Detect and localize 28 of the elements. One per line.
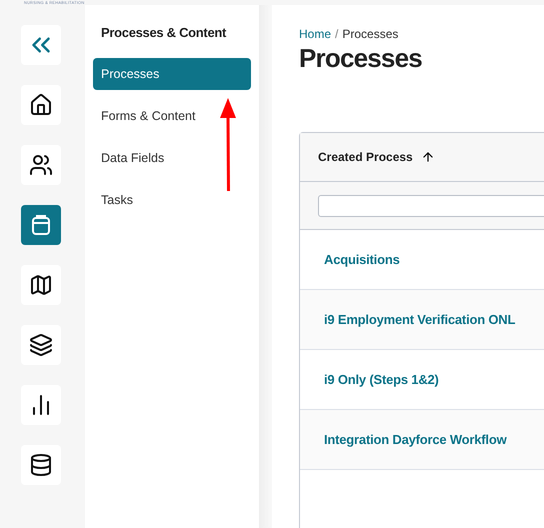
sidebar-item[interactable]: Forms & Content bbox=[93, 100, 251, 132]
page-title: Processes bbox=[299, 43, 423, 74]
process-link[interactable]: Acquisitions bbox=[324, 252, 400, 267]
breadcrumb-link[interactable]: Home bbox=[299, 27, 332, 41]
rail-button[interactable] bbox=[21, 445, 61, 485]
column-header[interactable]: Created Process bbox=[300, 133, 544, 182]
sidebar-title: Processes & Content bbox=[101, 25, 228, 40]
rail-button[interactable] bbox=[21, 85, 61, 125]
rail-button[interactable] bbox=[21, 325, 61, 365]
rail-button[interactable] bbox=[21, 385, 61, 425]
column-label: Created Process bbox=[318, 150, 413, 164]
filter-field[interactable] bbox=[318, 194, 544, 216]
layers-icon bbox=[29, 333, 53, 357]
rail-button[interactable] bbox=[21, 265, 61, 305]
rail-button[interactable] bbox=[21, 145, 61, 185]
sidebar-item[interactable]: Data Fields bbox=[93, 142, 251, 174]
breadcrumb-current: Processes bbox=[342, 27, 398, 41]
sidebar-item[interactable]: Processes bbox=[93, 58, 251, 90]
users-icon bbox=[29, 153, 53, 177]
process-link[interactable]: i9 Only (Steps 1&2) bbox=[324, 372, 439, 387]
sidebar-item[interactable]: Tasks bbox=[93, 184, 251, 216]
breadcrumb-separator: / bbox=[335, 27, 338, 41]
map-icon bbox=[29, 273, 53, 297]
process-link[interactable]: Integration Dayforce Workflow bbox=[324, 432, 506, 447]
clipboard-icon bbox=[31, 214, 51, 236]
process-link[interactable]: i9 Employment Verification ONL bbox=[324, 312, 516, 327]
database-icon bbox=[29, 453, 53, 477]
home-icon bbox=[29, 93, 53, 117]
